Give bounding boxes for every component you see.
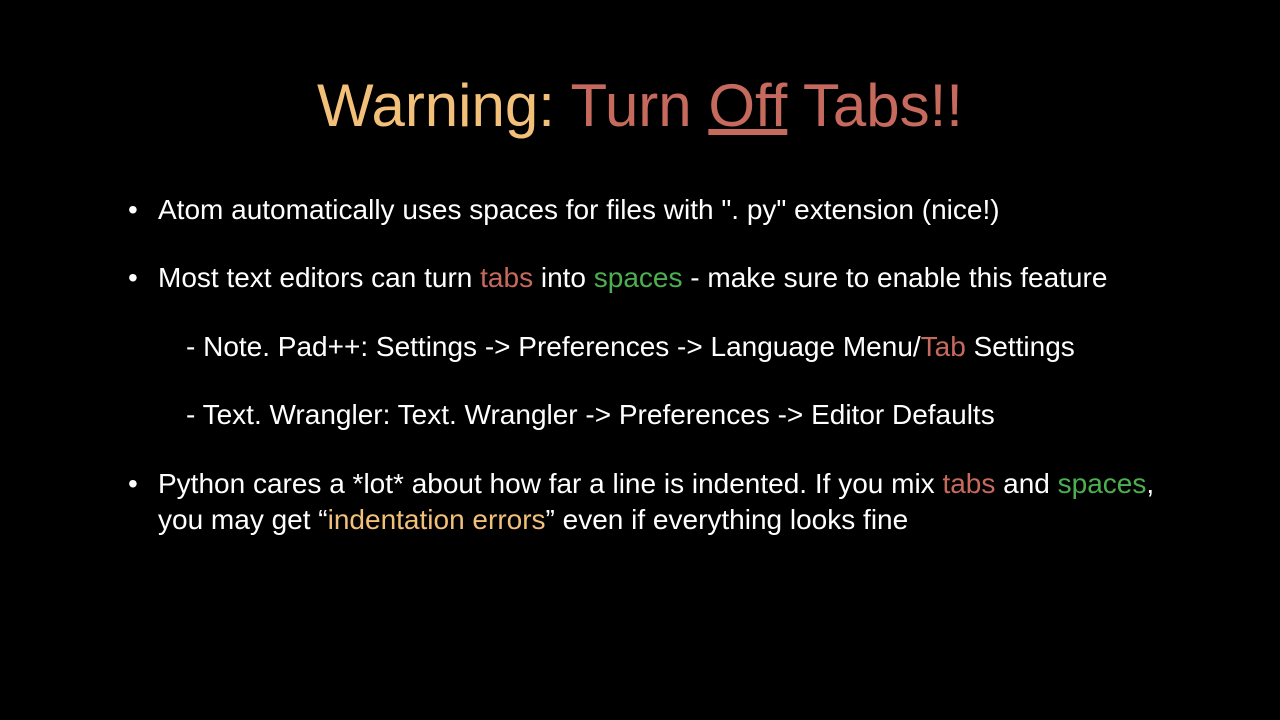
keyword-spaces: spaces: [1058, 468, 1147, 499]
sub2-text: - Text. Wrangler: Text. Wrangler -> Pref…: [186, 399, 995, 430]
bullet-2-pre: Most text editors can turn: [158, 262, 480, 293]
sub1-pre: - Note. Pad++: Settings -> Preferences -…: [186, 331, 921, 362]
keyword-error: indentation errors: [328, 504, 546, 535]
bullet-2-post: - make sure to enable this feature: [683, 262, 1108, 293]
slide-title: Warning: Turn Off Tabs!!: [120, 70, 1160, 142]
sub-item: - Note. Pad++: Settings -> Preferences -…: [186, 329, 1160, 365]
keyword-tabs: tabs: [480, 262, 533, 293]
sub-item: - Text. Wrangler: Text. Wrangler -> Pref…: [186, 397, 1160, 433]
bullet-list: Atom automatically uses spaces for files…: [120, 192, 1160, 538]
list-item: Python cares a *lot* about how far a lin…: [120, 466, 1160, 539]
sub1-post: Settings: [966, 331, 1075, 362]
bullet-3-mid: and: [995, 468, 1057, 499]
title-off: Off: [708, 72, 787, 139]
bullet-3-pre: Python cares a *lot* about how far a lin…: [158, 468, 942, 499]
bullet-1-text: Atom automatically uses spaces for files…: [158, 194, 1000, 225]
title-warning: Warning:: [317, 72, 555, 139]
bullet-2-mid: into: [533, 262, 594, 293]
keyword-spaces: spaces: [594, 262, 683, 293]
bullet-3-post: ” even if everything looks fine: [546, 504, 909, 535]
keyword-tab: Tab: [921, 331, 966, 362]
list-item: Most text editors can turn tabs into spa…: [120, 260, 1160, 433]
slide: Warning: Turn Off Tabs!! Atom automatica…: [0, 0, 1280, 720]
title-tabs: Tabs!!: [803, 72, 963, 139]
keyword-tabs: tabs: [942, 468, 995, 499]
list-item: Atom automatically uses spaces for files…: [120, 192, 1160, 228]
title-turn: Turn: [571, 72, 692, 139]
